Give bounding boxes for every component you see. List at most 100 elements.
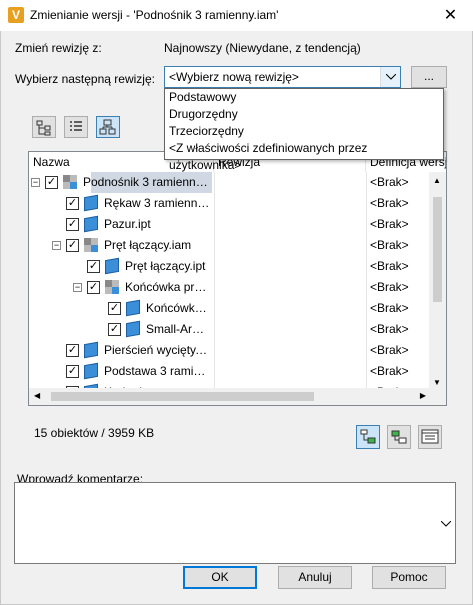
chevron-down-icon[interactable] [380, 67, 400, 87]
row-version-definition: <Brak> [370, 322, 409, 336]
row-revision [218, 340, 358, 361]
table-row[interactable]: − ✓ Pręt łączący.iam <Brak> [29, 235, 429, 256]
column-divider [214, 235, 215, 256]
row-version-definition: <Brak> [370, 238, 409, 252]
row-checkbox[interactable]: ✓ [87, 281, 100, 294]
row-file-name: Pazur.ipt [104, 217, 151, 231]
table-row[interactable]: ✓ Rękaw 3 ramienny.ipt <Brak> [29, 193, 429, 214]
row-revision [218, 235, 358, 256]
part-file-icon [84, 215, 98, 233]
table-row[interactable]: − ✓ Podnośnik 3 ramienny.iam <Brak> [29, 172, 429, 193]
next-revision-value: <Wybierz nową rewizję> [169, 70, 299, 84]
part-file-icon [84, 362, 98, 380]
scroll-down-icon[interactable]: ▼ [433, 378, 441, 387]
row-checkbox[interactable]: ✓ [66, 365, 79, 378]
revision-option[interactable]: Drugorzędny [165, 106, 443, 123]
column-divider [214, 319, 215, 340]
column-divider [214, 361, 215, 382]
column-divider [366, 256, 367, 277]
include-children-icon[interactable] [356, 425, 380, 449]
column-divider [214, 193, 215, 214]
revision-option[interactable]: <Z właściwości zdefiniowanych przez użyt… [165, 140, 443, 172]
row-file-name: Pręt łączący.iam [104, 238, 192, 252]
revision-option[interactable]: Podstawowy [165, 89, 443, 106]
horizontal-scroll-thumb[interactable] [51, 392, 314, 401]
collapse-icon[interactable]: − [73, 283, 82, 292]
column-divider [366, 340, 367, 361]
column-divider [366, 172, 367, 193]
scroll-left-icon[interactable]: ◀ [34, 391, 40, 400]
column-divider [366, 298, 367, 319]
next-revision-label: Wybierz następną rewizję: [15, 72, 155, 86]
part-file-icon [126, 320, 140, 338]
tree-view-icon[interactable] [32, 116, 56, 138]
hierarchy-view-icon[interactable] [96, 116, 120, 138]
row-checkbox[interactable]: ✓ [66, 344, 79, 357]
column-divider [214, 172, 215, 193]
row-version-definition: <Brak> [370, 196, 409, 210]
help-button[interactable]: Pomoc [372, 566, 446, 589]
change-revision-label: Zmień rewizję z: [15, 41, 102, 55]
scroll-right-icon[interactable]: ▶ [420, 391, 426, 400]
browse-button[interactable]: ... [411, 66, 447, 88]
row-checkbox[interactable]: ✓ [66, 218, 79, 231]
table-row[interactable]: ✓ Pierścień wycięty.ipt <Brak> [29, 340, 429, 361]
part-file-icon [84, 194, 98, 212]
row-revision [218, 319, 358, 340]
part-file-icon [105, 257, 119, 275]
row-revision [218, 277, 358, 298]
row-checkbox[interactable]: ✓ [108, 302, 121, 315]
next-revision-select[interactable]: <Wybierz nową rewizję> [164, 66, 401, 88]
table-row[interactable]: ✓ Pręt łączący.ipt <Brak> [29, 256, 429, 277]
vertical-scrollbar[interactable]: ▲ ▼ [429, 172, 446, 389]
assembly-file-icon [105, 280, 120, 295]
close-icon[interactable]: ✕ [428, 0, 473, 31]
row-file-name: Pierścień wycięty.ipt [104, 343, 210, 357]
comment-field[interactable] [14, 482, 456, 564]
row-version-definition: <Brak> [370, 364, 409, 378]
column-divider [366, 277, 367, 298]
row-checkbox[interactable]: ✓ [108, 323, 121, 336]
horizontal-scrollbar[interactable]: ◀ ▶ [29, 388, 446, 405]
file-tree-grid[interactable]: Nazwa Rewizja Definicja wersji − ✓ Podnośn… [28, 151, 447, 406]
table-row[interactable]: ✓ Pazur.ipt <Brak> [29, 214, 429, 235]
collapse-icon[interactable]: − [52, 241, 61, 250]
row-file-name: Końcówka pręta.iam [125, 280, 210, 294]
row-checkbox[interactable]: ✓ [66, 239, 79, 252]
include-parents-icon[interactable] [387, 425, 411, 449]
collapse-icon[interactable]: − [31, 178, 40, 187]
assembly-file-icon [63, 175, 78, 190]
scroll-up-icon[interactable]: ▲ [433, 176, 441, 185]
revision-option[interactable]: Trzeciorzędny [165, 123, 443, 140]
table-row[interactable]: ✓ Końcówka.ipt <Brak> [29, 298, 429, 319]
row-revision [218, 256, 358, 277]
part-file-icon [84, 341, 98, 359]
row-version-definition: <Brak> [370, 343, 409, 357]
table-row[interactable]: −✓ Końcówka pręta.iam <Brak> [29, 277, 429, 298]
row-version-definition: <Brak> [370, 280, 409, 294]
table-row[interactable]: ✓ Small-Arm.ipt <Brak> [29, 319, 429, 340]
row-file-name: Small-Arm.ipt [146, 322, 210, 336]
change-revision-value: Najnowszy (Niewydane, z tendencją) [164, 41, 361, 55]
part-file-icon [126, 299, 140, 317]
column-divider [214, 277, 215, 298]
vertical-scroll-thumb[interactable] [433, 197, 442, 302]
row-checkbox[interactable]: ✓ [87, 260, 100, 273]
row-revision [218, 298, 358, 319]
title-bar: V Zmienianie wersji - 'Podnośnik 3 ramie… [0, 0, 473, 31]
column-divider [214, 298, 215, 319]
list-view-icon[interactable] [64, 116, 88, 138]
column-divider [366, 361, 367, 382]
column-divider [214, 214, 215, 235]
ok-button[interactable]: OK [183, 566, 257, 589]
chevron-down-icon[interactable] [441, 521, 451, 527]
vault-app-icon: V [8, 7, 24, 23]
row-checkbox[interactable]: ✓ [66, 197, 79, 210]
row-file-name: Pręt łączący.ipt [125, 259, 206, 273]
settings-list-icon[interactable] [418, 425, 442, 449]
cancel-button[interactable]: Anuluj [278, 566, 352, 589]
table-row[interactable]: ✓ Podstawa 3 ramienna.ipt <Brak> [29, 361, 429, 382]
row-file-name: Podnośnik 3 ramienny.iam [83, 175, 210, 189]
row-checkbox[interactable]: ✓ [45, 176, 58, 189]
window-title: Zmienianie wersji - 'Podnośnik 3 ramienn… [30, 8, 279, 22]
